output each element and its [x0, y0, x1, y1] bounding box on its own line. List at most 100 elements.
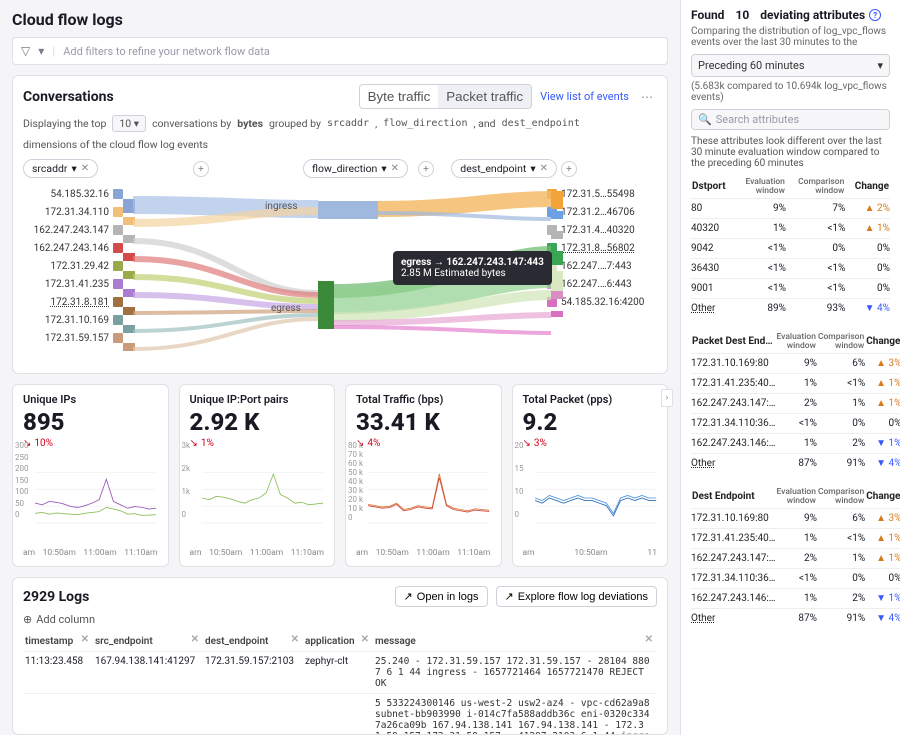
- attribute-table: Dstport Evaluationwindow Comparisonwindo…: [691, 177, 890, 318]
- search-attributes-input[interactable]: 🔍 Search attributes: [691, 109, 890, 130]
- remove-column-icon[interactable]: ✕: [645, 634, 653, 645]
- remove-column-icon[interactable]: ✕: [191, 634, 199, 645]
- stat-delta: ↘ 3%: [523, 438, 658, 449]
- add-column-button[interactable]: ⊕ Add column: [23, 613, 657, 626]
- col-eval: Evaluationwindow: [775, 487, 816, 509]
- table-row[interactable]: 172.31.41.235:40…1%<1%▲ 1%: [691, 374, 900, 394]
- x-axis-ticks: am10:50am11:00am11:10am: [356, 548, 491, 558]
- table-row[interactable]: 172.31.34.110:36…<1%0% 0%: [691, 569, 900, 589]
- close-icon[interactable]: ✕: [81, 163, 89, 174]
- chevron-down-icon: ▾: [38, 44, 44, 58]
- chevron-down-icon: ▾: [381, 162, 386, 175]
- logs-count: 2929 Logs: [23, 589, 89, 605]
- logs-panel: 2929 Logs ↗ Open in logs ↗ Explore flow …: [12, 577, 668, 735]
- info-icon[interactable]: ?: [869, 9, 881, 21]
- external-icon: ↗: [505, 590, 514, 603]
- table-row[interactable]: 172.31.34.110:36…<1%0% 0%: [691, 414, 900, 434]
- traffic-toggle[interactable]: Byte traffic Packet traffic: [359, 84, 533, 109]
- sankey-svg: ingress egress: [23, 183, 663, 373]
- add-column-icon-1[interactable]: +: [193, 161, 209, 177]
- table-row[interactable]: 162.247.243.146:…1%2%▼ 1%: [691, 589, 900, 609]
- explore-deviations-button[interactable]: ↗ Explore flow log deviations: [496, 586, 657, 607]
- deviations-note: These attributes look different over the…: [691, 136, 890, 169]
- sankey-col-dest[interactable]: dest_endpoint ▾ ✕: [451, 159, 557, 178]
- conversations-subtitle: Displaying the top 10 ▾ conversations by…: [23, 115, 657, 151]
- table-row[interactable]: 36430<1%<1% 0%: [691, 259, 890, 279]
- table-row[interactable]: 9042<1%0% 0%: [691, 239, 890, 259]
- attr-group-name: Packet Dest End…: [691, 332, 775, 354]
- table-row[interactable]: 809%7%▲ 2%: [691, 199, 890, 219]
- log-column-header[interactable]: message✕: [373, 632, 657, 652]
- view-list-link[interactable]: View list of events: [540, 90, 629, 103]
- col-cmp: Comparisonwindow: [817, 487, 865, 509]
- comparison-window-select[interactable]: Preceding 60 minutes▾: [691, 54, 890, 77]
- plus-icon: ⊕: [23, 613, 32, 626]
- sparkline: [523, 453, 658, 543]
- chevron-down-icon: ▾: [72, 162, 77, 175]
- remove-column-icon[interactable]: ✕: [361, 634, 369, 645]
- svg-text:ingress: ingress: [265, 201, 298, 212]
- deviations-subtitle: Comparing the distribution of log_vpc_fl…: [691, 26, 890, 48]
- log-column-header[interactable]: application✕: [303, 632, 373, 652]
- sankey-col-src[interactable]: srcaddr ▾ ✕: [23, 159, 98, 178]
- filter-icon: ▽: [21, 44, 30, 58]
- conversations-panel: Conversations Byte traffic Packet traffi…: [12, 75, 668, 374]
- log-column-header[interactable]: timestamp✕: [23, 632, 93, 652]
- packet-traffic-tab[interactable]: Packet traffic: [438, 85, 531, 108]
- open-in-logs-button[interactable]: ↗ Open in logs: [395, 586, 488, 607]
- stat-title: Unique IPs: [23, 393, 158, 406]
- more-menu-icon[interactable]: ⋯: [637, 90, 657, 104]
- byte-traffic-tab[interactable]: Byte traffic: [360, 85, 439, 108]
- remove-column-icon[interactable]: ✕: [291, 634, 299, 645]
- table-row[interactable]: 162.247.243.147:…2%1%▲ 1%: [691, 549, 900, 569]
- log-column-header[interactable]: dest_endpoint✕: [203, 632, 303, 652]
- col-change: Change: [865, 487, 900, 509]
- sankey-col-flow[interactable]: flow_direction ▾ ✕: [303, 159, 408, 178]
- col-eval: Evaluationwindow: [775, 332, 816, 354]
- search-icon: 🔍: [698, 113, 712, 126]
- table-row[interactable]: 172.31.41.235:40…1%<1%▲ 1%: [691, 529, 900, 549]
- stat-title: Total Packet (pps): [523, 393, 658, 406]
- add-column-icon-2[interactable]: +: [418, 161, 434, 177]
- col-cmp: Comparisonwindow: [786, 177, 845, 199]
- y-axis-ticks: 300250200150100500: [15, 441, 29, 519]
- table-row[interactable]: 162.247.243.147:…2%1%▲ 1%: [691, 394, 900, 414]
- expand-icon[interactable]: ›: [661, 389, 673, 407]
- close-icon[interactable]: ✕: [391, 163, 399, 174]
- close-icon[interactable]: ✕: [540, 163, 548, 174]
- page-title: Cloud flow logs: [12, 10, 668, 29]
- table-row-other[interactable]: Other87%91%▼ 4%: [691, 609, 900, 629]
- sparkline: [190, 453, 325, 543]
- filter-placeholder: Add filters to refine your network flow …: [63, 45, 270, 58]
- attr-group-name: Dstport: [691, 177, 735, 199]
- logs-table: timestamp✕src_endpoint✕dest_endpoint✕app…: [23, 632, 657, 735]
- col-change: Change: [845, 177, 890, 199]
- stat-card: Total Traffic (bps) 33.41 K ↘ 4% am10:50…: [345, 384, 502, 567]
- col-cmp: Comparisonwindow: [817, 332, 865, 354]
- log-column-header[interactable]: src_endpoint✕: [93, 632, 203, 652]
- table-row[interactable]: 172.31.10.169:809%6%▲ 3%: [691, 509, 900, 529]
- chevron-down-icon: ▾: [530, 162, 535, 175]
- chevron-down-icon: ▾: [877, 59, 883, 72]
- arrow-down-icon: ↘: [190, 438, 198, 449]
- table-row[interactable]: 9001<1%<1% 0%: [691, 279, 890, 299]
- add-column-icon-3[interactable]: +: [561, 161, 577, 177]
- stat-title: Total Traffic (bps): [356, 393, 491, 406]
- y-axis-ticks: 80 k70 k60 k50 k40 k30 k20 k10 k0: [348, 441, 363, 519]
- stat-value: 9.2: [523, 408, 658, 436]
- comparison-note: (5.683k compared to 10.694k log_vpc_flow…: [691, 81, 890, 103]
- table-row-other[interactable]: Other87%91%▼ 4%: [691, 454, 900, 474]
- table-row[interactable]: 403201%<1%▲ 1%: [691, 219, 890, 239]
- table-row[interactable]: 162.247.243.146:…1%2%▼ 1%: [691, 434, 900, 454]
- stat-delta: ↘ 1%: [190, 438, 325, 449]
- deviations-title: Found 10 deviating attributes ?: [691, 8, 890, 22]
- conversations-title: Conversations: [23, 89, 114, 105]
- remove-column-icon[interactable]: ✕: [81, 634, 89, 645]
- table-row[interactable]: 5 533224300146 us-west-2 usw2-az4 - vpc-…: [23, 694, 657, 735]
- x-axis-ticks: am10:50am11:00am11:10am: [23, 548, 158, 558]
- table-row[interactable]: 172.31.10.169:809%6%▲ 3%: [691, 354, 900, 374]
- table-row-other[interactable]: Other89%93%▼ 4%: [691, 299, 890, 319]
- topn-select[interactable]: 10 ▾: [112, 115, 146, 132]
- table-row[interactable]: 11:13:23.458167.94.138.141:41297172.31.5…: [23, 652, 657, 694]
- filter-bar[interactable]: ▽ ▾ | Add filters to refine your network…: [12, 37, 668, 65]
